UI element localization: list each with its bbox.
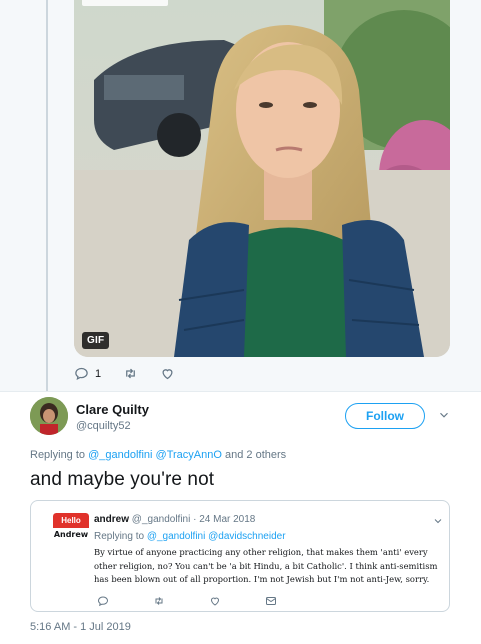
quoted-retweet-button[interactable] [153, 595, 165, 607]
quoted-author-handle[interactable]: @_gandolfini [132, 514, 191, 525]
quoted-avatar-bottom: Andrew [53, 528, 89, 541]
replying-mentions[interactable]: @_gandolfini @TracyAnnO [88, 449, 222, 461]
quoted-avatar-top: Hello [53, 513, 89, 528]
quoted-header: andrew @_gandolfini · 24 Mar 2018 [94, 514, 255, 525]
quoted-actions [97, 595, 321, 607]
quoted-replying-mentions[interactable]: @_gandolfini @davidschneider [147, 531, 286, 542]
follow-button[interactable]: Follow [345, 403, 425, 429]
parent-actions: 1 [74, 366, 197, 381]
gif-badge: GIF [82, 332, 110, 349]
chevron-down-icon[interactable] [437, 408, 451, 422]
quoted-tweet[interactable]: Hello Andrew andrew @_gandolfini · 24 Ma… [30, 500, 450, 612]
thread-line [46, 0, 48, 391]
gif-media[interactable]: GIF [74, 0, 450, 357]
quoted-author-name[interactable]: andrew [94, 514, 129, 525]
timestamp[interactable]: 5:16 AM - 1 Jul 2019 [30, 621, 131, 633]
reply-icon [97, 596, 109, 607]
reply-icon [75, 367, 88, 380]
quoted-dm-button[interactable] [265, 595, 277, 607]
replying-prefix: Replying to [30, 449, 86, 461]
reply-count: 1 [95, 367, 102, 380]
parent-retweet-button[interactable] [123, 366, 138, 381]
avatar[interactable] [30, 397, 68, 435]
quoted-replying-prefix: Replying to [94, 531, 145, 542]
display-name[interactable]: Clare Quilty [76, 402, 149, 417]
replying-to: Replying to @_gandolfini @TracyAnnO and … [30, 449, 286, 461]
parent-reply-button[interactable]: 1 [74, 366, 101, 381]
replying-suffix[interactable]: and 2 others [225, 449, 286, 461]
retweet-icon [126, 368, 135, 379]
chevron-down-icon[interactable] [432, 514, 444, 526]
like-icon [210, 597, 220, 606]
quoted-reply-button[interactable] [97, 595, 109, 607]
divider [0, 391, 481, 392]
gif-watermark [82, 0, 168, 6]
quoted-avatar: Hello Andrew [53, 513, 89, 541]
quoted-like-button[interactable] [209, 595, 221, 607]
tweet-text: and maybe you're not [30, 469, 215, 490]
quoted-replying-to: Replying to @_gandolfini @davidschneider [94, 531, 286, 542]
avatar-image [30, 397, 68, 435]
handle[interactable]: @cquilty52 [76, 420, 131, 432]
dm-icon [266, 597, 276, 605]
gif-frame [74, 0, 450, 357]
quoted-text: By virtue of anyone practicing any other… [94, 547, 438, 584]
parent-like-button[interactable] [160, 366, 175, 381]
like-icon [162, 369, 173, 380]
parent-tweet: GIF 1 [0, 0, 481, 391]
retweet-icon [155, 597, 163, 605]
quoted-date[interactable]: · 24 Mar 2018 [193, 514, 255, 525]
